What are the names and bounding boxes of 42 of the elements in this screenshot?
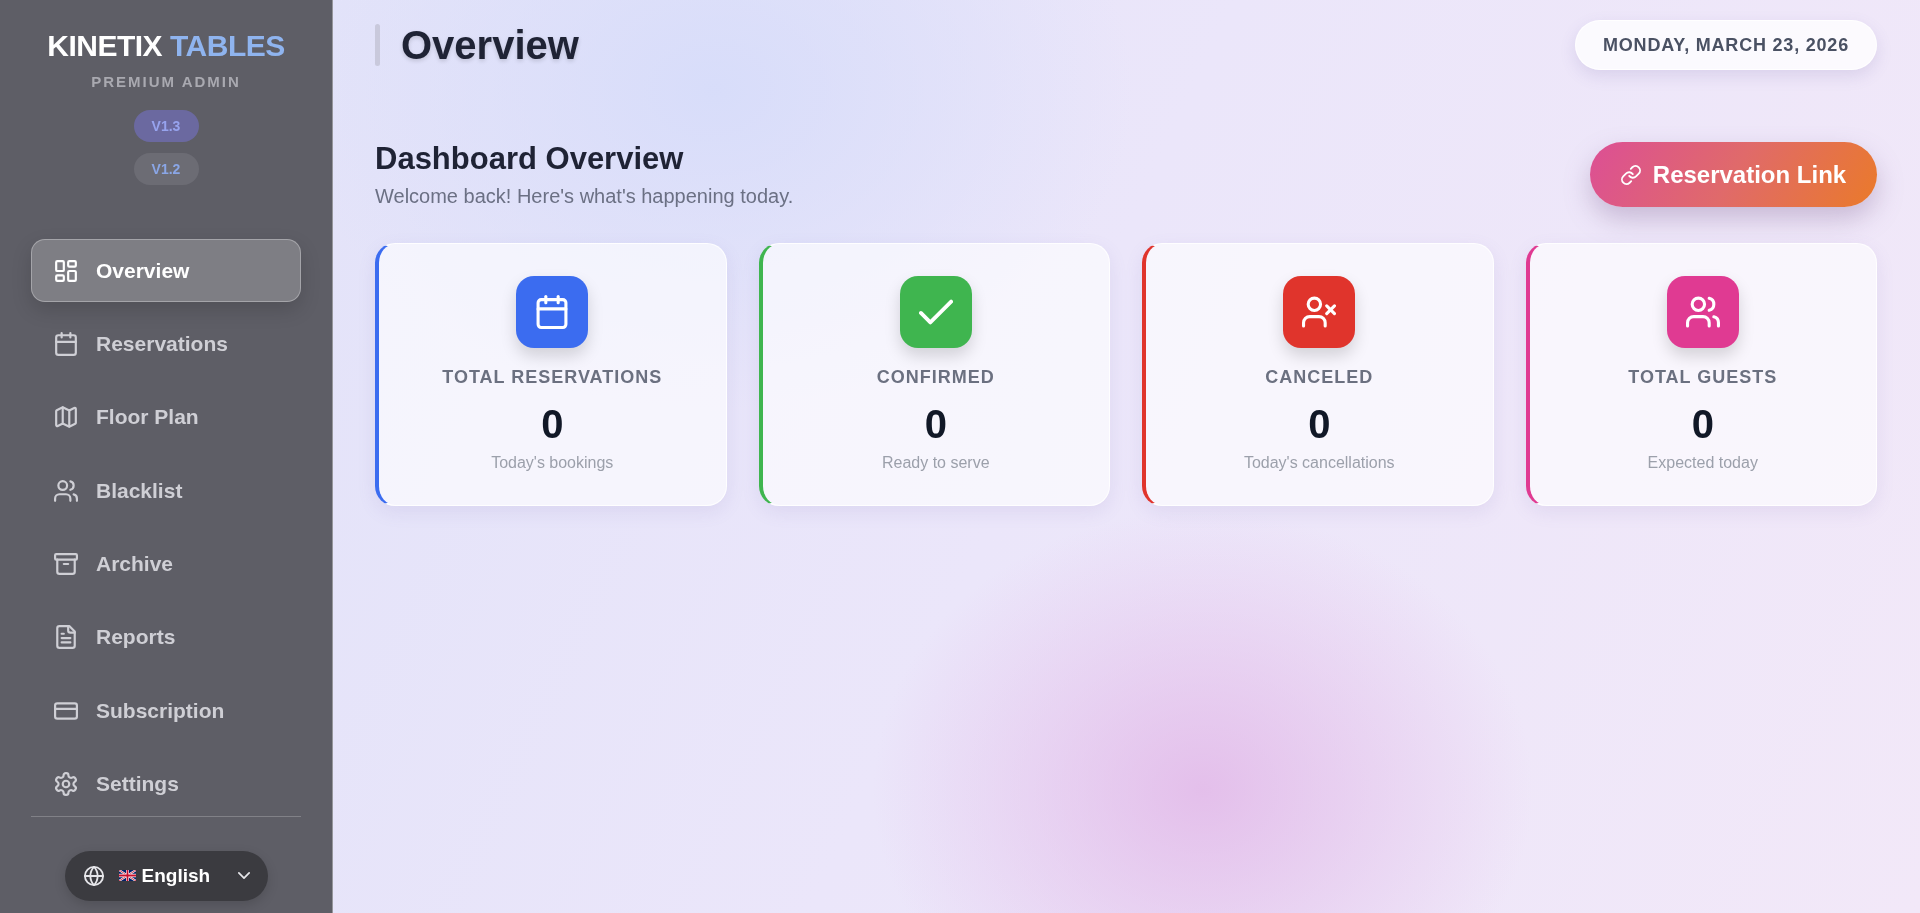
page-title: Overview [401, 22, 579, 69]
section-subtitle: Welcome back! Here's what's happening today. [375, 184, 794, 208]
stat-caption: Today's cancellations [1243, 453, 1395, 473]
globe-icon [83, 865, 104, 886]
dashboard-icon [54, 258, 78, 283]
language-selector[interactable]: English [64, 850, 268, 901]
nav-item[interactable]: Settings [31, 752, 301, 816]
map-icon [54, 405, 78, 430]
stat-caption: Today's bookings [491, 453, 614, 473]
stat-value: 0 [1308, 401, 1331, 447]
nav-item[interactable]: Subscription [31, 679, 301, 743]
stat-label: CONFIRMED [876, 366, 995, 388]
stat-caption: Expected today [1647, 453, 1758, 473]
stat-value: 0 [924, 401, 947, 447]
brand-logo: KINETIX TABLES [47, 28, 285, 64]
reservation-link-button[interactable]: Reservation Link [1590, 142, 1877, 207]
version-badge[interactable]: V1.2 [133, 153, 199, 185]
nav-item[interactable]: Reports [31, 605, 301, 669]
nav-item[interactable]: Reservations [31, 312, 301, 376]
nav-item[interactable]: Overview [31, 239, 301, 302]
chevron-down-icon [237, 872, 250, 880]
nav-item[interactable]: Blacklist [31, 459, 301, 523]
stat-caption: Ready to serve [881, 453, 990, 473]
nav-item[interactable]: Archive [31, 532, 301, 596]
brand-subtitle: PREMIUM ADMIN [91, 73, 241, 91]
settings-icon [54, 772, 78, 797]
version-badge[interactable]: V1.3 [133, 110, 199, 142]
flag-icon [118, 870, 136, 882]
link-icon [1620, 164, 1641, 185]
archive-box-icon [54, 552, 78, 577]
section-title: Dashboard Overview [375, 140, 685, 178]
stat-value: 0 [1691, 401, 1714, 447]
calendar-icon [54, 331, 78, 356]
nav-item[interactable]: Floor Plan [31, 385, 301, 449]
stat-value: 0 [541, 401, 564, 447]
date-badge: MONDAY, MARCH 23, 2026 [1575, 20, 1877, 70]
title-accent-bar [375, 24, 380, 66]
stat-label: TOTAL GUESTS [1628, 366, 1778, 388]
document-icon [54, 625, 78, 650]
stat-label: TOTAL RESERVATIONS [442, 366, 663, 388]
users-icon [54, 478, 78, 503]
stat-label: CANCELED [1265, 366, 1374, 388]
